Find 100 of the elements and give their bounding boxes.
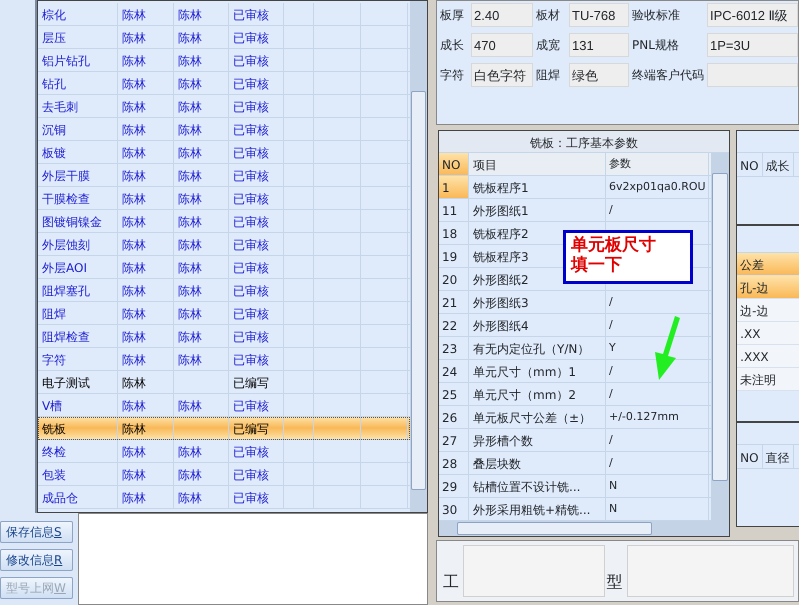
input-field[interactable]: 131	[569, 33, 629, 57]
table-cell: 陈林	[174, 463, 229, 485]
table-cell: 单元尺寸（mm）1	[469, 360, 606, 382]
scrollbar-thumb[interactable]	[457, 522, 652, 535]
table-cell[interactable]: 19	[439, 245, 469, 267]
field-label: 成宽	[536, 37, 561, 54]
table-cell: 已审核	[229, 394, 284, 416]
table-row[interactable]: 去毛刺 陈林 陈林 已审核	[38, 95, 410, 118]
list-item[interactable]: .XX	[737, 322, 799, 345]
table-cell: 陈林	[118, 118, 174, 140]
table-cell[interactable]: 22	[439, 314, 469, 336]
table-cell: 陈林	[118, 141, 174, 163]
list-item[interactable]: 孔-边	[737, 276, 799, 299]
column-header[interactable]: NO	[439, 153, 469, 175]
table-row[interactable]: 外层干膜 陈林 陈林 已审核	[38, 164, 410, 187]
column-header[interactable]: 成长	[762, 153, 794, 176]
table-cell: 陈林	[118, 49, 174, 71]
table-row[interactable]: 成品仓 陈林 陈林 已审核	[38, 486, 410, 509]
table-row[interactable]: 板镀 陈林 陈林 已审核	[38, 141, 410, 164]
table-cell: N	[606, 498, 709, 520]
table-cell[interactable]: 21	[439, 291, 469, 313]
table-cell: 陈林	[174, 233, 229, 255]
column-header[interactable]: 参数	[606, 153, 709, 175]
table-cell[interactable]: 29	[439, 475, 469, 497]
table-cell: 陈林	[174, 49, 229, 71]
table-cell[interactable]: 25	[439, 383, 469, 405]
table-row[interactable]: 外层AOI 陈林 陈林 已审核	[38, 256, 410, 279]
table-cell[interactable]: 28	[439, 452, 469, 474]
table-row[interactable]: 外层蚀刻 陈林 陈林 已审核	[38, 233, 410, 256]
table-cell: /	[606, 199, 709, 221]
table-cell: 已审核	[229, 164, 284, 186]
table-cell: 干膜检查	[38, 187, 118, 209]
button[interactable]: 修改信息R	[0, 549, 73, 571]
table-cell[interactable]: 30	[439, 498, 469, 520]
column-header[interactable]: NO	[737, 445, 763, 468]
scrollbar[interactable]	[410, 0, 428, 513]
table-cell: 陈林	[118, 256, 174, 278]
table-row[interactable]: 终检 陈林 陈林 已审核	[38, 440, 410, 463]
table-row[interactable]: 铣板 陈林 已编写	[38, 417, 410, 440]
column-header[interactable]: NO	[737, 153, 763, 176]
text-area[interactable]	[463, 545, 605, 597]
table-row[interactable]: 干膜检查 陈林 陈林 已审核	[38, 187, 410, 210]
table-cell: 陈林	[118, 233, 174, 255]
table-row[interactable]: 棕化 陈林 陈林 已审核	[38, 3, 410, 26]
table-cell: 板镀	[38, 141, 118, 163]
button: 型号上网W	[0, 577, 73, 599]
table-row[interactable]: 阻焊 陈林 陈林 已审核	[38, 302, 410, 325]
table-cell: /	[606, 383, 709, 405]
table-cell[interactable]: 26	[439, 406, 469, 428]
list-item[interactable]: 未注明	[737, 368, 799, 391]
table-cell[interactable]: 18	[439, 222, 469, 244]
column-header[interactable]: 直径	[762, 445, 794, 468]
table-cell: 已审核	[229, 95, 284, 117]
table-cell: 已审核	[229, 26, 284, 48]
table-cell: 陈林	[174, 26, 229, 48]
button[interactable]: 保存信息S	[0, 521, 73, 543]
table-cell: 陈林	[118, 164, 174, 186]
table-row[interactable]: 沉铜 陈林 陈林 已审核	[38, 118, 410, 141]
list-item[interactable]: 边-边	[737, 299, 799, 322]
table-cell[interactable]: 27	[439, 429, 469, 451]
table-row[interactable]: 阻焊检查 陈林 陈林 已审核	[38, 325, 410, 348]
table-cell: 陈林	[174, 164, 229, 186]
table-cell: 陈林	[118, 302, 174, 324]
table-cell: 已审核	[229, 486, 284, 508]
table-cell: 沉铜	[38, 118, 118, 140]
scrollbar[interactable]	[711, 153, 730, 521]
table-cell[interactable]: 1	[439, 176, 469, 198]
input-field[interactable]: 470	[471, 33, 533, 57]
column-header[interactable]: 公差	[737, 253, 799, 276]
table-row[interactable]: 阻焊塞孔 陈林 陈林 已审核	[38, 279, 410, 302]
scrollbar-thumb[interactable]	[411, 91, 426, 490]
input-field[interactable]: IPC-6012 Ⅱ级	[707, 3, 798, 27]
table-cell: 陈林	[118, 26, 174, 48]
input-field[interactable]	[707, 63, 798, 87]
input-field[interactable]: 2.40	[471, 3, 533, 27]
table-row[interactable]: 字符 陈林 陈林 已审核	[38, 348, 410, 371]
table-cell: 陈林	[118, 348, 174, 370]
table-row[interactable]: 包装 陈林 陈林 已审核	[38, 463, 410, 486]
table-row[interactable]: 电子测试 陈林 已编写	[38, 371, 410, 394]
table-cell: 陈林	[174, 325, 229, 347]
table-row[interactable]: 铝片钻孔 陈林 陈林 已审核	[38, 49, 410, 72]
table-row[interactable]: 图镀铜镍金 陈林 陈林 已审核	[38, 210, 410, 233]
table-row[interactable]: 钻孔 陈林 陈林 已审核	[38, 72, 410, 95]
text-area[interactable]	[626, 545, 794, 597]
table-cell: 陈林	[118, 187, 174, 209]
scrollbar-thumb[interactable]	[712, 173, 728, 481]
list-item[interactable]: .XXX	[737, 345, 799, 368]
input-field[interactable]: TU-768	[569, 3, 629, 27]
table-cell[interactable]: 11	[439, 199, 469, 221]
table-cell[interactable]: 24	[439, 360, 469, 382]
input-field[interactable]: 白色字符	[471, 63, 533, 87]
scrollbar[interactable]	[439, 521, 730, 536]
table-cell[interactable]: 20	[439, 268, 469, 290]
column-header[interactable]: 项目	[469, 153, 606, 175]
table-row[interactable]: 层压 陈林 陈林 已审核	[38, 26, 410, 49]
table-cell[interactable]: 23	[439, 337, 469, 359]
input-field[interactable]: 1P=3U	[707, 33, 798, 57]
table-cell: 已审核	[229, 463, 284, 485]
table-cell: 已审核	[229, 118, 284, 140]
input-field[interactable]: 绿色	[569, 63, 629, 87]
